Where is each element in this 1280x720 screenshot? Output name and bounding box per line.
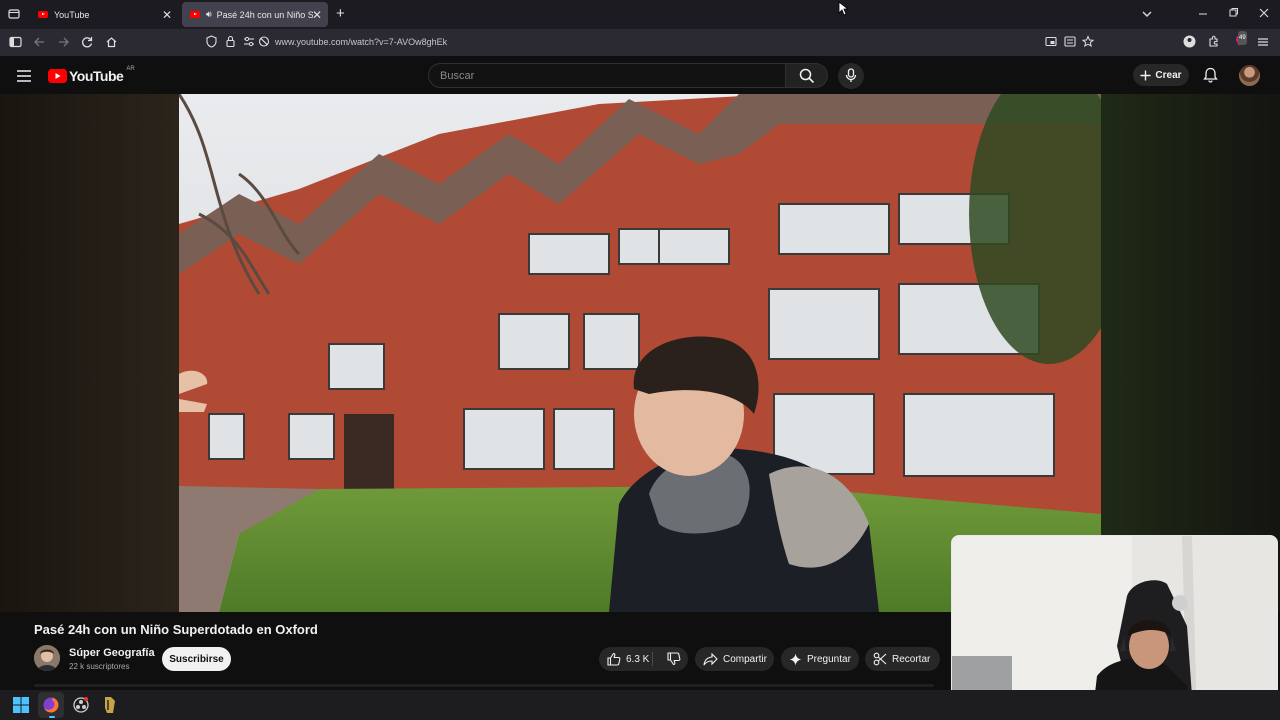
- like-button[interactable]: 6.3 K: [599, 652, 649, 666]
- ambient-glow-left: [0, 94, 179, 612]
- back-arrow-icon[interactable]: [33, 36, 46, 51]
- firefox-taskbar-button[interactable]: [38, 692, 64, 718]
- region-code: AR: [126, 66, 135, 72]
- voice-search-button[interactable]: [838, 63, 864, 89]
- reader-view-icon[interactable]: [1064, 35, 1076, 51]
- url-text[interactable]: www.youtube.com/watch?v=7-AVOw8ghEk: [275, 37, 447, 47]
- clip-button[interactable]: Recortar: [865, 647, 940, 671]
- create-label: Crear: [1155, 69, 1182, 81]
- search-input[interactable]: [429, 64, 785, 87]
- subscribe-button[interactable]: Suscribirse: [162, 647, 231, 671]
- speaker-icon[interactable]: 🔊︎: [206, 9, 212, 20]
- youtube-favicon-icon: [190, 11, 200, 18]
- addon-shield-icon[interactable]: 49: [1232, 31, 1247, 51]
- youtube-favicon-icon: [38, 11, 48, 18]
- mouse-cursor-icon: [838, 1, 850, 20]
- video-title: Pasé 24h con un Niño Superdotado en Oxfo…: [34, 622, 318, 637]
- share-arrow-icon: [703, 652, 718, 665]
- browser-navigation-bar: www.youtube.com/watch?v=7-AVOw8ghEk 49: [0, 29, 1280, 56]
- permissions-icon[interactable]: [243, 35, 255, 51]
- address-bar[interactable]: www.youtube.com/watch?v=7-AVOw8ghEk: [200, 31, 1100, 54]
- bookmark-star-icon[interactable]: [1081, 35, 1095, 51]
- close-window-icon[interactable]: [1258, 7, 1270, 22]
- tab-list-icon[interactable]: [7, 8, 21, 23]
- guide-menu-icon[interactable]: [17, 69, 31, 87]
- windows-start-icon[interactable]: [13, 697, 29, 718]
- search-button[interactable]: [786, 63, 828, 88]
- close-tab-icon[interactable]: ✕: [162, 8, 172, 22]
- game-launcher-icon[interactable]: [102, 696, 118, 719]
- tab-title: YouTube: [54, 9, 90, 20]
- home-icon[interactable]: [105, 36, 118, 51]
- youtube-logo-text: YouTube: [69, 68, 124, 84]
- autoplay-blocked-icon[interactable]: [258, 35, 270, 51]
- like-dislike-group: 6.3 K: [599, 647, 688, 671]
- forward-arrow-icon[interactable]: [57, 36, 70, 51]
- tab-overflow-chevron-icon[interactable]: [1141, 8, 1153, 22]
- share-button[interactable]: Compartir: [695, 647, 774, 671]
- menu-hamburger-icon[interactable]: [1257, 36, 1269, 51]
- like-count: 6.3 K: [626, 653, 650, 665]
- user-avatar[interactable]: [1239, 65, 1260, 86]
- new-tab-icon[interactable]: +: [336, 6, 345, 21]
- channel-avatar[interactable]: [34, 645, 60, 671]
- sparkle-icon: [789, 653, 802, 665]
- restore-window-icon[interactable]: [1227, 7, 1239, 22]
- search-icon: [799, 68, 815, 84]
- search-box[interactable]: [428, 63, 786, 88]
- plus-icon: [1140, 70, 1151, 80]
- dislike-button[interactable]: [659, 652, 686, 669]
- ask-button[interactable]: Preguntar: [781, 647, 859, 671]
- os-taskbar: [0, 690, 1280, 720]
- picture-in-picture-icon[interactable]: [1045, 35, 1057, 51]
- scissors-icon: [873, 652, 887, 666]
- tab-title: Pasé 24h con un Niño Supe: [216, 9, 313, 20]
- obs-icon[interactable]: [73, 697, 89, 718]
- browser-tab-youtube[interactable]: YouTube ✕: [30, 2, 178, 27]
- create-button[interactable]: Crear: [1133, 64, 1189, 86]
- extension-badge-count: 49: [1238, 31, 1247, 45]
- share-label: Compartir: [723, 653, 767, 665]
- ask-label: Preguntar: [807, 653, 851, 665]
- lock-icon[interactable]: [225, 35, 236, 51]
- thumbs-up-icon: [607, 652, 621, 666]
- channel-name[interactable]: Súper Geografía: [69, 647, 155, 659]
- notifications-bell-icon[interactable]: [1203, 67, 1218, 88]
- browser-tab-strip: YouTube ✕ 🔊︎ Pasé 24h con un Niño Supe ✕…: [0, 0, 1280, 29]
- account-icon[interactable]: [1183, 35, 1196, 51]
- reload-icon[interactable]: [81, 36, 94, 51]
- browser-tab-video[interactable]: 🔊︎ Pasé 24h con un Niño Supe ✕: [182, 2, 328, 27]
- youtube-logo-icon: [48, 69, 67, 83]
- like-divider: [652, 652, 653, 666]
- firefox-icon: [43, 697, 59, 713]
- subscriber-count: 22 k suscriptores: [69, 662, 130, 671]
- shield-icon[interactable]: [206, 35, 217, 51]
- clip-label: Recortar: [892, 653, 931, 665]
- close-tab-icon[interactable]: ✕: [312, 8, 322, 22]
- active-indicator: [49, 716, 55, 718]
- thumbs-down-icon: [667, 652, 681, 666]
- description-preview-edge: [34, 684, 934, 687]
- microphone-icon: [845, 68, 857, 82]
- minimize-window-icon[interactable]: [1197, 7, 1209, 22]
- youtube-logo[interactable]: YouTube AR: [48, 66, 135, 84]
- sidebar-toggle-icon[interactable]: [9, 36, 22, 51]
- youtube-header: YouTube AR Crear: [0, 56, 1280, 94]
- extensions-icon[interactable]: [1207, 35, 1220, 51]
